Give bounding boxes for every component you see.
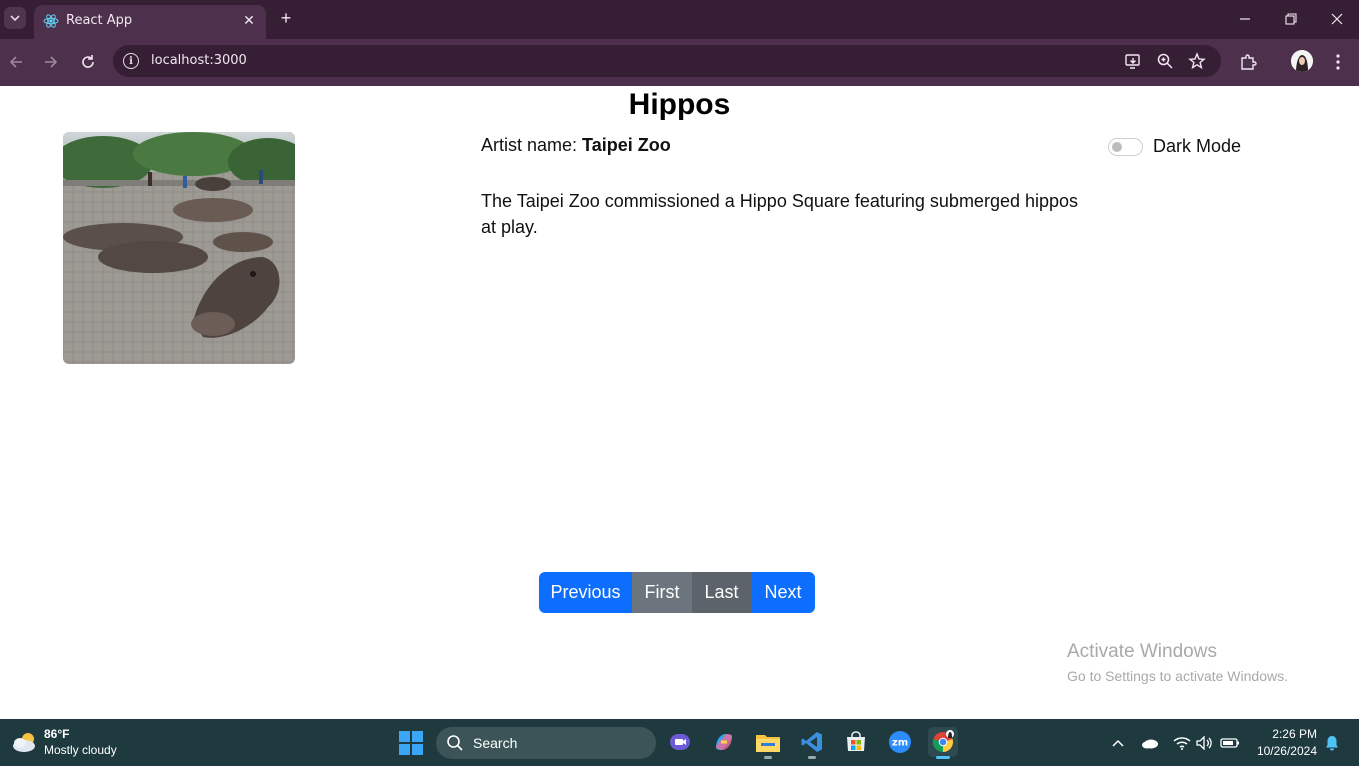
tab-close-icon[interactable]: ✕ [240,11,258,29]
page-content: Hippos Artist name: Taipei Zoo The Taipe… [0,86,1359,719]
browser-toolbar: i localhost:3000 [0,39,1359,86]
tab-search-button[interactable] [4,7,26,29]
tab-title: React App [66,13,133,28]
profile-avatar[interactable] [1291,50,1313,72]
chevron-down-icon [10,15,20,22]
clock-date[interactable]: 10/26/2024 [1255,744,1317,758]
windows-logo-pane [399,744,410,755]
last-button[interactable]: Last [692,572,751,613]
windows-logo-pane [412,731,423,742]
reload-icon [82,55,94,68]
show-hidden-icons-chevron-up-icon[interactable] [1108,733,1128,753]
new-tab-button[interactable]: + [276,8,296,28]
weather-temp[interactable]: 86°F [44,727,69,741]
wifi-icon[interactable] [1172,733,1192,753]
forward-button[interactable] [39,50,63,74]
artist-name: Taipei Zoo [582,135,671,155]
running-indicator [764,756,772,759]
zoom-app-icon[interactable]: zm [885,727,915,757]
vscode-icon[interactable] [797,727,827,759]
minimize-button[interactable] [1230,6,1260,32]
activate-subtitle: Go to Settings to activate Windows. [1067,668,1288,684]
close-window-button[interactable] [1322,6,1352,32]
next-button[interactable]: Next [751,572,815,613]
windows-logo-icon [399,731,410,742]
browser-menu-icon[interactable] [1327,51,1349,73]
artwork-image [63,132,295,364]
clock-time[interactable]: 2:26 PM [1255,727,1317,741]
address-bar[interactable]: i localhost:3000 [113,45,1221,77]
dark-mode-switch[interactable] [1108,137,1143,156]
windows-taskbar: 86°F Mostly cloudy Search zm 2:26 PM 10/… [0,719,1359,766]
windows-logo-pane [412,744,423,755]
start-button[interactable] [399,731,423,755]
switch-knob [1112,141,1122,152]
battery-icon[interactable] [1220,733,1240,753]
artist-label: Artist name: [481,135,578,155]
weather-desc[interactable]: Mostly cloudy [44,743,117,757]
first-button[interactable]: First [632,572,692,613]
arrow-right-icon [45,56,58,68]
activate-title: Activate Windows [1067,641,1217,662]
running-indicator [808,756,816,759]
svg-text:zm: zm [892,738,908,749]
url-text: localhost:3000 [151,53,247,68]
react-logo-icon [43,14,59,28]
previous-button[interactable]: Previous [539,572,632,613]
restore-button[interactable] [1276,6,1306,32]
browser-titlebar: React App ✕ + [0,0,1359,39]
taskbar-search[interactable]: Search [436,727,656,759]
running-indicator [936,756,950,759]
browser-tab[interactable]: React App ✕ [34,5,266,39]
search-icon [447,735,463,751]
pagination: Previous First Last Next [539,572,815,613]
meet-app-icon[interactable] [665,727,695,757]
extensions-icon[interactable] [1237,51,1259,73]
store-app-icon[interactable] [841,727,871,757]
cloudy-weather-icon[interactable] [11,730,39,754]
install-app-icon[interactable] [1124,52,1142,70]
reload-button[interactable] [76,50,100,74]
site-info-icon[interactable]: i [123,53,139,69]
bookmark-star-icon[interactable] [1188,52,1206,70]
arrow-left-icon [9,56,22,68]
back-button[interactable] [4,50,28,74]
chrome-app-icon[interactable] [928,727,958,759]
onedrive-cloud-icon[interactable] [1140,733,1160,753]
dark-mode-label: Dark Mode [1153,136,1242,156]
artwork-description: The Taipei Zoo commissioned a Hippo Squa… [481,191,1079,237]
activate-windows-watermark: Activate Windows Go to Settings to activ… [1067,641,1288,684]
artist-line: Artist name: Taipei Zoo [481,135,671,156]
dark-mode-toggle[interactable]: Dark Mode [1108,136,1241,157]
file-explorer-icon[interactable] [753,727,783,759]
volume-icon[interactable] [1195,733,1215,753]
page-title: Hippos [628,88,731,121]
zoom-icon[interactable] [1156,52,1174,70]
search-label: Search [473,735,518,751]
copilot-app-icon[interactable] [709,727,739,757]
notifications-bell-icon[interactable] [1322,733,1342,753]
